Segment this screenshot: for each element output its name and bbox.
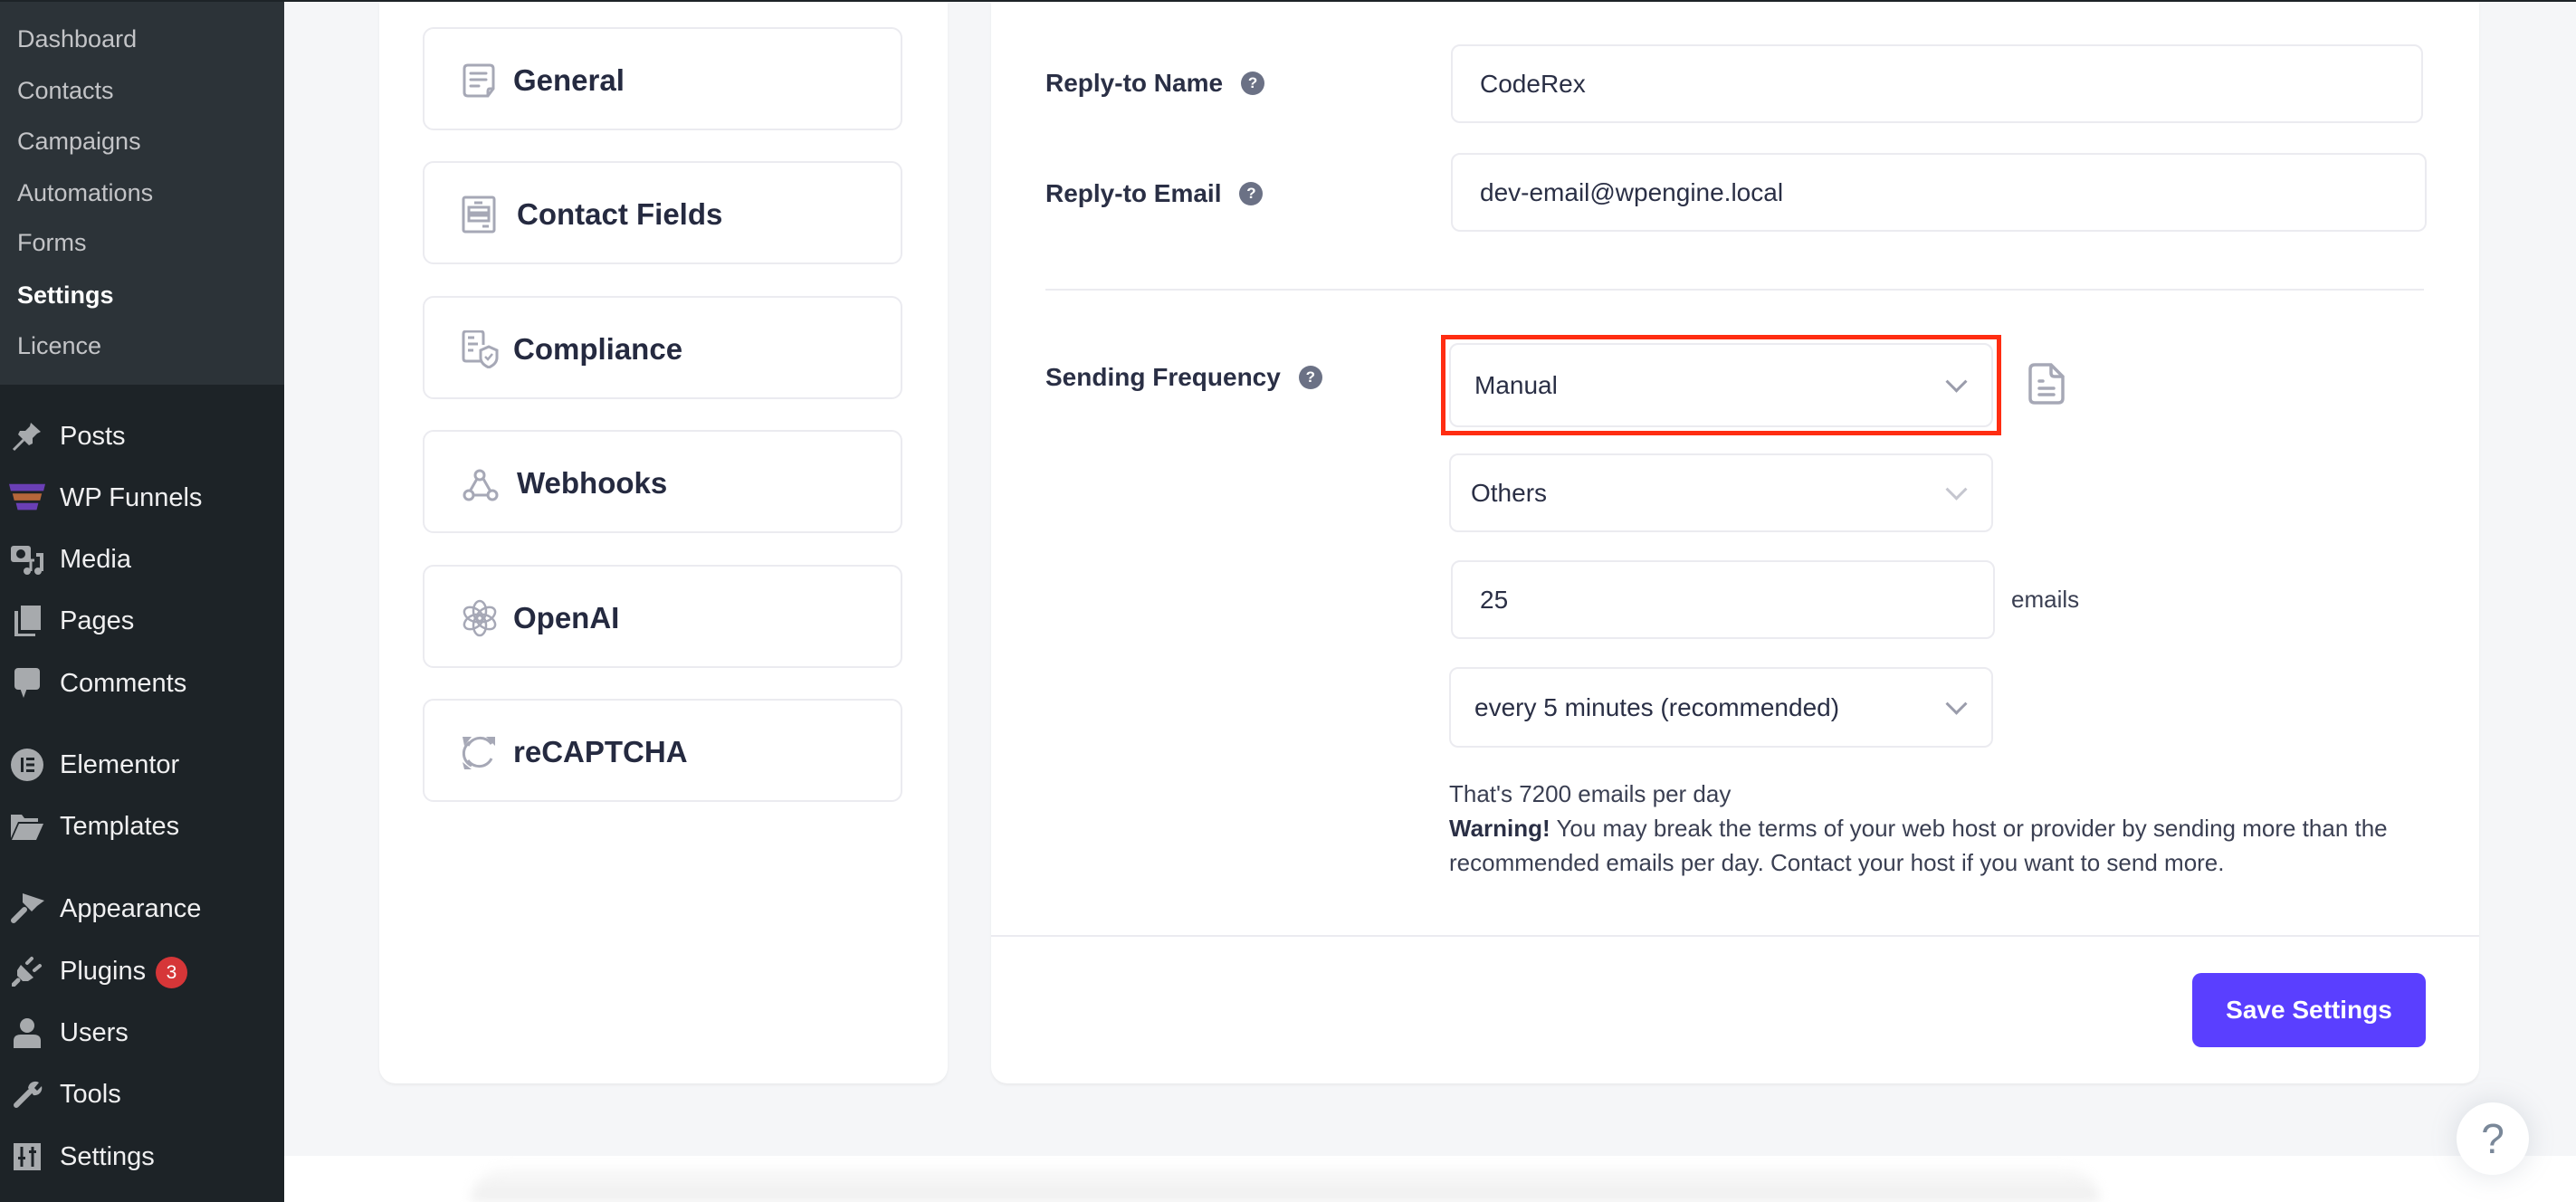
selected-value: Others — [1471, 478, 1548, 507]
document-icon — [461, 62, 499, 100]
footer-divider — [991, 935, 2479, 937]
settings-nav-recaptcha[interactable]: reCAPTCHA — [423, 699, 902, 802]
menu-item-elementor[interactable]: Elementor — [0, 742, 284, 787]
selected-value: Manual — [1474, 370, 1558, 399]
help-tooltip-icon[interactable]: ? — [1241, 71, 1265, 95]
sliders-icon — [9, 1140, 45, 1173]
menu-label: Templates — [60, 812, 180, 841]
menu-label: Posts — [60, 422, 126, 451]
menu-item-tools[interactable]: Tools — [0, 1072, 284, 1117]
pages-icon — [9, 605, 45, 637]
menu-item-media[interactable]: Media — [0, 537, 284, 582]
settings-nav-panel: General Contact Fields Compliance Webhoo… — [379, 2, 948, 1083]
settings-content: Reply-to Name? Reply-to Email? Sending F… — [991, 2, 2479, 1083]
pin-icon — [9, 420, 45, 453]
section-divider — [1045, 289, 2424, 291]
reply-to-email-label: Reply-to Email? — [1045, 178, 1264, 209]
menu-item-posts[interactable]: Posts — [0, 414, 284, 459]
shield-document-icon — [461, 329, 499, 369]
menu-label: Elementor — [60, 750, 180, 779]
menu-label: Tools — [60, 1080, 121, 1109]
submenu-item-dashboard[interactable]: Dashboard — [17, 25, 137, 52]
submenu-item-campaigns[interactable]: Campaigns — [17, 128, 141, 155]
interval-select[interactable]: every 5 minutes (recommended) — [1449, 667, 1993, 748]
nav-label: General — [513, 63, 625, 97]
admin-sidebar: Dashboard Contacts Campaigns Automations… — [0, 0, 284, 1202]
top-border — [0, 0, 2576, 2]
warning-text: You may break the terms of your web host… — [1449, 815, 2388, 876]
nav-label: OpenAI — [513, 601, 620, 634]
sending-frequency-label: Sending Frequency? — [1045, 362, 1322, 393]
chevron-down-icon — [1945, 478, 1968, 501]
reply-to-name-input[interactable] — [1451, 44, 2423, 123]
chevron-down-icon — [1945, 692, 1968, 715]
selected-value: every 5 minutes (recommended) — [1474, 692, 1840, 721]
settings-nav-contact-fields[interactable]: Contact Fields — [423, 161, 902, 264]
media-icon — [9, 543, 45, 576]
plugin-icon — [9, 955, 45, 987]
menu-label: Pages — [60, 606, 135, 635]
menu-label: Users — [60, 1018, 129, 1047]
emails-count-input[interactable] — [1451, 560, 1995, 639]
menu-item-plugins[interactable]: Plugins 3 — [0, 949, 284, 994]
reply-to-name-label: Reply-to Name? — [1045, 68, 1265, 99]
help-tooltip-icon[interactable]: ? — [1298, 365, 1322, 389]
comment-icon — [9, 667, 45, 700]
menu-item-templates[interactable]: Templates — [0, 804, 284, 849]
settings-nav-webhooks[interactable]: Webhooks — [423, 430, 902, 533]
warning-title: Warning! — [1449, 815, 1550, 842]
menu-label: Settings — [60, 1142, 155, 1171]
elementor-icon — [9, 749, 45, 781]
menu-label: Appearance — [60, 894, 202, 923]
menu-item-comments[interactable]: Comments — [0, 661, 284, 706]
save-settings-button[interactable]: Save Settings — [2192, 973, 2426, 1047]
folder-icon — [9, 810, 45, 843]
label-text: Sending Frequency — [1045, 363, 1281, 391]
plugin-submenu: Dashboard Contacts Campaigns Automations… — [0, 0, 284, 385]
label-text: Reply-to Email — [1045, 179, 1222, 207]
help-tooltip-icon[interactable]: ? — [1239, 181, 1264, 205]
documentation-icon[interactable] — [2028, 363, 2065, 405]
sending-preset-select[interactable]: Others — [1449, 453, 1993, 532]
wrench-icon — [9, 1078, 45, 1111]
webhook-icon — [461, 464, 499, 502]
chevron-down-icon — [1945, 370, 1968, 393]
nav-label: Webhooks — [517, 466, 668, 500]
submenu-item-contacts[interactable]: Contacts — [17, 77, 114, 104]
submenu-item-forms[interactable]: Forms — [17, 229, 87, 256]
label-text: Reply-to Name — [1045, 69, 1224, 97]
sending-warning: Warning! You may break the terms of your… — [1449, 811, 2463, 880]
help-button[interactable]: ? — [2457, 1102, 2529, 1175]
funnel-icon — [9, 482, 45, 514]
emails-unit-label: emails — [2011, 586, 2080, 613]
footer-shadow — [471, 1168, 2100, 1202]
menu-item-wp-funnels[interactable]: WP Funnels — [0, 475, 284, 520]
brush-icon — [9, 892, 45, 925]
form-fields-icon — [461, 196, 499, 234]
settings-nav-compliance[interactable]: Compliance — [423, 296, 902, 399]
sending-mode-select[interactable]: Manual — [1449, 343, 1993, 427]
openai-icon — [461, 599, 499, 637]
update-count-badge: 3 — [156, 957, 187, 988]
menu-label: Media — [60, 545, 131, 574]
menu-label: Plugins — [60, 957, 147, 986]
menu-item-pages[interactable]: Pages — [0, 598, 284, 644]
nav-label: Contact Fields — [517, 197, 723, 231]
submenu-item-licence[interactable]: Licence — [17, 332, 101, 359]
settings-nav-openai[interactable]: OpenAI — [423, 565, 902, 668]
menu-item-settings[interactable]: Settings — [0, 1134, 284, 1179]
menu-label: Comments — [60, 669, 187, 698]
settings-nav-general[interactable]: General — [423, 27, 902, 130]
nav-label: reCAPTCHA — [513, 735, 688, 768]
submenu-item-settings[interactable]: Settings — [17, 281, 114, 309]
recaptcha-icon — [461, 733, 499, 771]
menu-item-appearance[interactable]: Appearance — [0, 886, 284, 931]
submenu-item-automations[interactable]: Automations — [17, 179, 153, 206]
user-icon — [9, 1016, 45, 1049]
menu-item-users[interactable]: Users — [0, 1010, 284, 1055]
menu-label: WP Funnels — [60, 483, 203, 512]
reply-to-email-input[interactable] — [1451, 153, 2427, 232]
nav-label: Compliance — [513, 332, 683, 366]
daily-total-text: That's 7200 emails per day — [1449, 780, 1732, 807]
